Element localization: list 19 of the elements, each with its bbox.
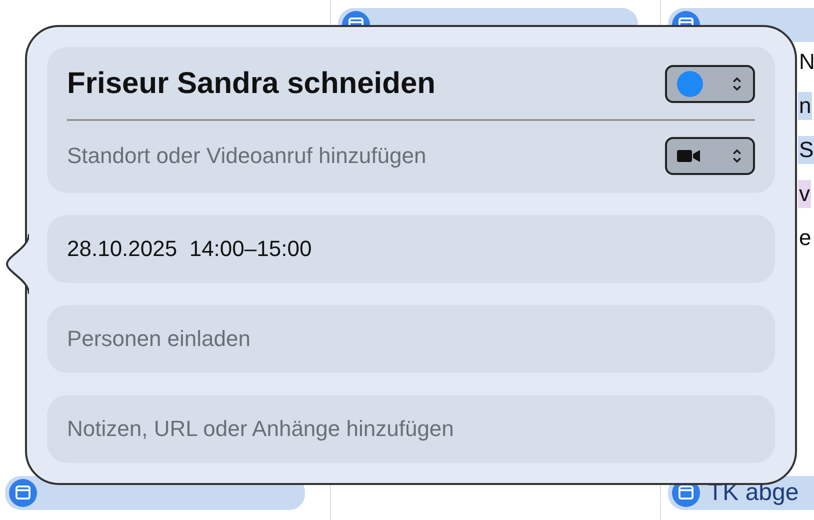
event-title: e — [798, 224, 812, 252]
invitees-placeholder: Personen einladen — [67, 326, 250, 352]
notes-field[interactable]: Notizen, URL oder Anhänge hinzufügen — [47, 394, 775, 463]
video-call-popup[interactable] — [665, 136, 755, 175]
date-time: 28.10.2025 14:00–15:00 — [67, 236, 312, 262]
notes-placeholder: Notizen, URL oder Anhänge hinzufügen — [67, 416, 454, 442]
date-time-field[interactable]: 28.10.2025 14:00–15:00 — [47, 214, 775, 283]
video-camera-icon — [677, 148, 701, 163]
calendar-icon — [9, 479, 37, 507]
chevron-icon — [731, 74, 743, 93]
chevron-icon — [731, 146, 743, 165]
invitees-field[interactable]: Personen einladen — [47, 304, 775, 373]
event-title-field[interactable]: Friseur Sandra schneiden — [67, 66, 436, 101]
event-title: S — [798, 136, 814, 164]
event-title: v — [798, 180, 811, 208]
location-field[interactable]: Standort oder Videoanruf hinzufügen — [67, 142, 426, 169]
calendar-color-popup[interactable] — [665, 64, 755, 103]
event-title: N — [798, 48, 814, 76]
event-title: n — [798, 92, 812, 120]
